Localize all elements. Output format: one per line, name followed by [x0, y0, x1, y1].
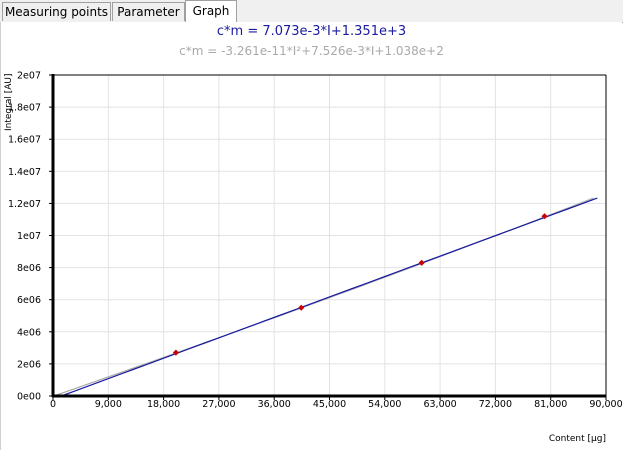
chart-grid [53, 74, 607, 396]
y-tick-label: 1e07 [17, 231, 41, 242]
chart-ticks: 0 9,000 18,000 27,000 36,000 45,000 54,000 63,0… [8, 71, 623, 411]
y-tick-label: 0e00 [17, 392, 41, 403]
x-tick-label: 18,000 [147, 399, 180, 410]
x-axis-label: Content [µg] [549, 434, 606, 444]
y-tick-label: 6e06 [17, 295, 41, 306]
x-tick-label: 72,000 [479, 399, 512, 410]
x-tick-label: 54,000 [368, 399, 401, 410]
x-tick-label: 81,000 [534, 399, 567, 410]
y-tick-label: 2e07 [17, 71, 41, 82]
x-tick-label: 27,000 [202, 399, 235, 410]
calibration-chart: 0 9,000 18,000 27,000 36,000 45,000 54,000 63,0… [4, 71, 623, 445]
y-tick-label: 1.4e07 [8, 167, 41, 178]
x-tick-label: 36,000 [258, 399, 291, 410]
x-tick-label: 45,000 [313, 399, 346, 410]
x-tick-label: 9,000 [95, 399, 122, 410]
y-axis-label: Integral [AU] [4, 74, 14, 131]
x-tick-label: 63,000 [423, 399, 456, 410]
x-tick-label: 0 [50, 399, 56, 410]
data-point [298, 304, 305, 311]
y-tick-label: 2e06 [17, 359, 41, 370]
y-tick-label: 1.2e07 [8, 199, 41, 210]
quadratic-fit-line [53, 197, 594, 397]
chart-fit-lines [53, 197, 598, 397]
y-tick-label: 4e06 [17, 327, 41, 338]
x-tick-label: 90,000 [589, 399, 622, 410]
y-tick-label: 1.6e07 [8, 135, 41, 146]
y-tick-label: 8e06 [17, 263, 41, 274]
